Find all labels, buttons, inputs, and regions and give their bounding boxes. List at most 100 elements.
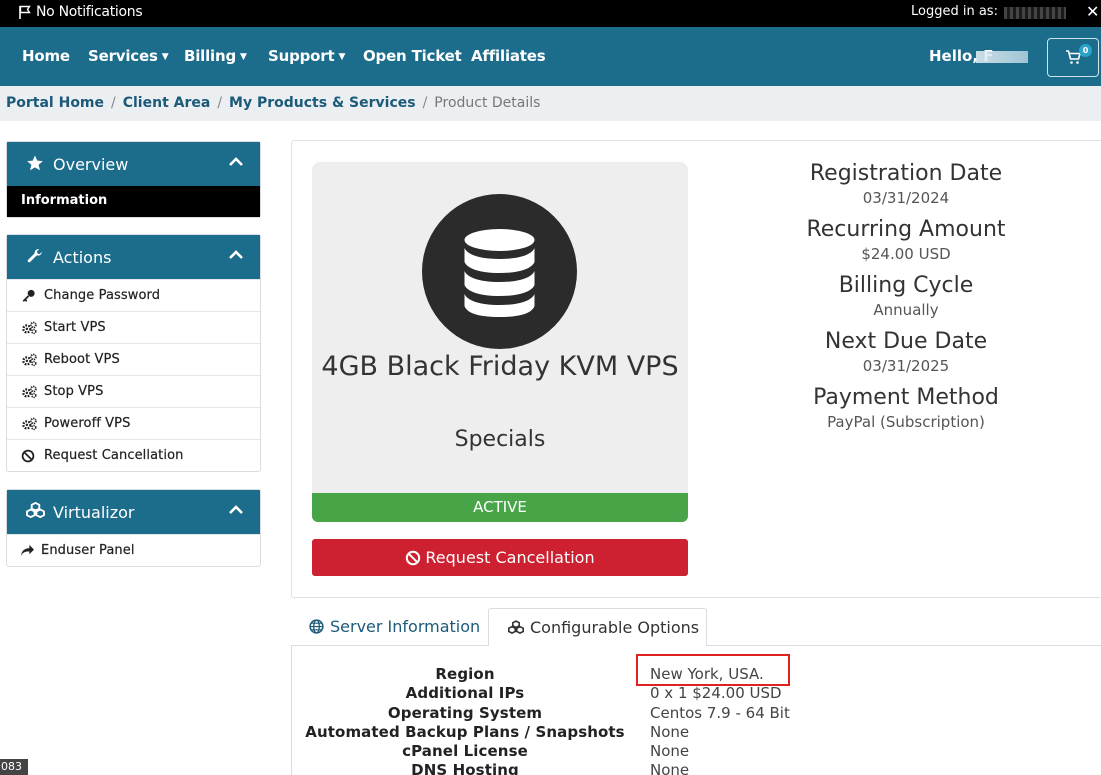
nav-billing[interactable]: Billing ▼ <box>184 47 247 65</box>
username-redacted <box>976 51 1028 63</box>
caret-down-icon: ▼ <box>338 52 346 62</box>
tab-server-information-label: Server Information <box>330 617 481 636</box>
chevron-up-icon[interactable] <box>228 156 244 168</box>
logged-in-label: Logged in as: <box>911 4 998 19</box>
virtualizor-panel-header[interactable]: Virtualizor <box>7 490 260 534</box>
option-label: Additional IPs <box>405 684 525 702</box>
breadcrumb-separator: / <box>422 95 428 111</box>
overview-panel: Overview Information <box>6 141 261 218</box>
chevron-up-icon[interactable] <box>228 504 244 516</box>
chevron-up-icon[interactable] <box>228 249 244 261</box>
globe-icon <box>309 619 324 634</box>
breadcrumb-separator: / <box>217 95 223 111</box>
detail-label: Billing Cycle <box>838 273 974 298</box>
ban-icon <box>21 449 35 463</box>
gears-icon <box>22 353 37 367</box>
sidebar-item-change-password[interactable]: Change Password <box>7 279 260 311</box>
overview-panel-header[interactable]: Overview <box>7 142 260 186</box>
detail-value: $24.00 USD <box>861 245 951 263</box>
main-navbar: Home Services ▼ Billing ▼ Support ▼ Open Ti… <box>0 27 1101 86</box>
sidebar-item-reboot-vps[interactable]: Reboot VPS <box>7 343 260 375</box>
actions-title: Actions <box>53 248 112 267</box>
nav-support-label: Support <box>268 47 335 65</box>
option-label: DNS Hosting <box>411 761 519 775</box>
sidebar-item-poweroff-vps[interactable]: Poweroff VPS <box>7 407 260 439</box>
option-value: None <box>650 742 690 760</box>
detail-payment-method: Payment Method PayPal (Subscription) <box>760 385 1052 431</box>
detail-registration-date: Registration Date 03/31/2024 <box>760 161 1052 207</box>
nav-support[interactable]: Support ▼ <box>268 47 345 65</box>
breadcrumb-my-products[interactable]: My Products & Services <box>229 95 416 111</box>
sidebar-item-label: Change Password <box>44 288 161 303</box>
notifications-label: No Notifications <box>36 4 143 20</box>
tab-configurable-options[interactable]: Configurable Options <box>488 608 707 646</box>
nav-services[interactable]: Services ▼ <box>88 47 169 65</box>
detail-billing-cycle: Billing Cycle Annually <box>760 273 1052 319</box>
sidebar-item-label: Enduser Panel <box>41 543 135 558</box>
region-highlight-box <box>636 654 790 686</box>
tab-server-information[interactable]: Server Information <box>291 608 487 646</box>
nav-open-ticket-label: Open Ticket <box>363 47 462 65</box>
nav-services-label: Services <box>88 47 158 65</box>
sidebar-item-label: Request Cancellation <box>44 448 184 463</box>
detail-value: 03/31/2025 <box>862 357 950 375</box>
actions-panel-header[interactable]: Actions <box>7 235 260 279</box>
detail-next-due-date: Next Due Date 03/31/2025 <box>760 329 1052 375</box>
sidebar-item-label: Poweroff VPS <box>44 416 131 431</box>
product-box: 4GB Black Friday KVM VPS Specials <box>312 162 688 494</box>
actions-panel: Actions Change Password Start VPS Reboot… <box>6 234 261 472</box>
sidebar-item-enduser-panel[interactable]: Enduser Panel <box>7 534 260 566</box>
nav-billing-label: Billing <box>184 47 237 65</box>
breadcrumb: Portal Home / Client Area / My Products & Se… <box>0 86 1101 121</box>
gears-icon <box>22 417 37 431</box>
cubes-icon <box>508 620 524 634</box>
product-icon-circle <box>422 194 577 349</box>
detail-label: Recurring Amount <box>806 217 1006 242</box>
detail-value: PayPal (Subscription) <box>827 413 985 431</box>
nav-home-label: Home <box>22 47 70 65</box>
close-icon[interactable]: ✕ <box>1086 2 1099 21</box>
sidebar-item-label: Start VPS <box>44 320 106 335</box>
sidebar-item-label: Stop VPS <box>44 384 104 399</box>
sidebar-item-information[interactable]: Information <box>7 186 260 217</box>
gears-icon <box>22 385 37 399</box>
top-bar: No Notifications Logged in as: ✕ <box>0 0 1101 27</box>
detail-label: Payment Method <box>813 385 999 410</box>
option-label: Automated Backup Plans / Snapshots <box>305 723 625 741</box>
nav-affiliates-label: Affiliates <box>471 47 546 65</box>
nav-home[interactable]: Home <box>22 47 70 65</box>
breadcrumb-separator: / <box>111 95 116 111</box>
detail-recurring-amount: Recurring Amount $24.00 USD <box>760 217 1052 263</box>
key-icon <box>22 289 35 302</box>
detail-value: 03/31/2024 <box>862 189 950 207</box>
detail-value: Annually <box>873 301 939 319</box>
breadcrumb-portal-home[interactable]: Portal Home <box>6 95 104 111</box>
detail-label: Next Due Date <box>824 329 988 354</box>
cart-button[interactable]: 0 <box>1047 38 1099 77</box>
notifications-link[interactable]: No Notifications <box>18 4 143 20</box>
sidebar-item-stop-vps[interactable]: Stop VPS <box>7 375 260 407</box>
option-value: 0 x 1 $24.00 USD <box>650 684 782 702</box>
sidebar-item-start-vps[interactable]: Start VPS <box>7 311 260 343</box>
caret-down-icon: ▼ <box>240 52 247 62</box>
request-cancellation-button[interactable]: Request Cancellation <box>312 539 688 576</box>
option-label: Operating System <box>387 704 543 722</box>
option-value: None <box>650 723 690 741</box>
ban-icon <box>406 550 421 566</box>
cart-count-badge: 0 <box>1079 44 1092 57</box>
tab-configurable-options-label: Configurable Options <box>530 618 700 637</box>
star-icon <box>27 155 43 171</box>
sidebar-item-request-cancellation[interactable]: Request Cancellation <box>7 439 260 471</box>
option-label: cPanel License <box>402 742 528 760</box>
username-redacted <box>1004 7 1066 19</box>
gears-icon <box>22 321 37 335</box>
virtualizor-title: Virtualizor <box>53 503 135 522</box>
corner-label: 083 <box>0 759 28 775</box>
option-value: Centos 7.9 - 64 Bit <box>650 704 790 722</box>
sidebar-item-label: Reboot VPS <box>44 352 120 367</box>
nav-affiliates[interactable]: Affiliates <box>471 47 546 65</box>
status-badge: ACTIVE <box>312 493 688 522</box>
overview-title: Overview <box>53 155 129 174</box>
nav-open-ticket[interactable]: Open Ticket <box>363 47 462 65</box>
breadcrumb-client-area[interactable]: Client Area <box>123 95 211 111</box>
